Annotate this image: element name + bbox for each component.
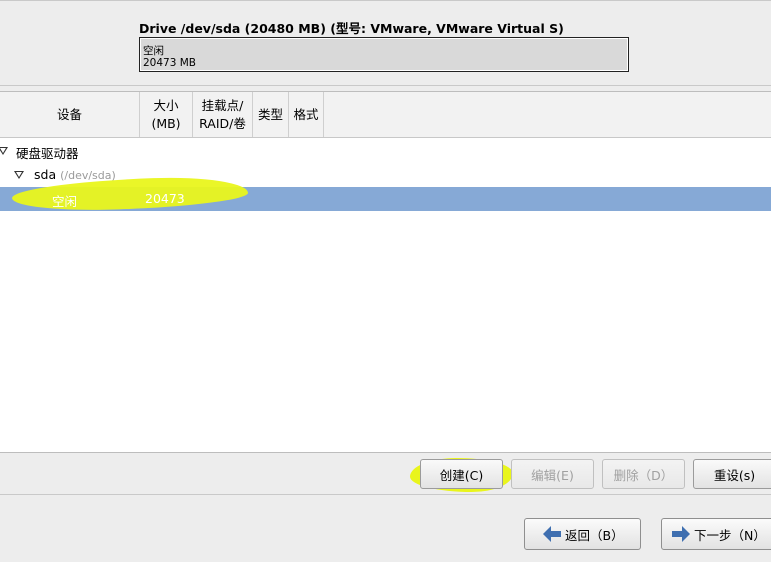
column-header-format[interactable]: 格式	[289, 92, 324, 137]
next-button[interactable]: 下一步（N）	[661, 518, 771, 550]
arrow-right-icon	[672, 526, 690, 542]
table-header: 设备 大小 (MB) 挂载点/ RAID/卷 类型 格式	[0, 92, 771, 138]
column-header-mount-point[interactable]: 挂载点/ RAID/卷	[193, 92, 253, 137]
free-space-size: 20473 MB	[143, 57, 197, 69]
free-space-cell: 空闲	[52, 194, 78, 209]
expander-down-icon[interactable]	[0, 147, 8, 155]
arrow-left-icon	[543, 526, 561, 542]
tree-row-hard-drives[interactable]: 硬盘驱动器	[0, 139, 771, 163]
reset-button[interactable]: 重设(s)	[693, 459, 771, 489]
column-header-type[interactable]: 类型	[253, 92, 289, 137]
expander-down-icon[interactable]	[14, 171, 24, 179]
column-header-device[interactable]: 设备	[0, 92, 140, 137]
drive-summary-panel: Drive /dev/sda (20480 MB) (型号: VMware, V…	[0, 0, 771, 86]
partition-action-bar: 创建(C) 编辑(E) 删除（D） 重设(s)	[0, 453, 771, 495]
free-space-label: 空闲	[143, 45, 164, 57]
delete-button[interactable]: 删除（D）	[602, 459, 685, 489]
drive-title: Drive /dev/sda (20480 MB) (型号: VMware, V…	[139, 21, 564, 36]
free-space-segment[interactable]: 空闲 20473 MB	[140, 38, 628, 71]
tree-row-label: 硬盘驱动器	[16, 146, 79, 161]
tree-row-label: sda (/dev/sda)	[34, 167, 116, 182]
create-button[interactable]: 创建(C)	[420, 459, 503, 489]
edit-button[interactable]: 编辑(E)	[511, 459, 594, 489]
tree-row-free-space[interactable]: 空闲 20473	[0, 174, 771, 214]
column-header-size[interactable]: 大小 (MB)	[140, 92, 193, 137]
partition-tree-table[interactable]: 设备 大小 (MB) 挂载点/ RAID/卷 类型 格式 硬盘驱动器 sda (…	[0, 91, 771, 453]
back-button[interactable]: 返回（B）	[524, 518, 641, 550]
size-cell: 20473	[145, 191, 185, 206]
disk-layout-bar[interactable]: 空闲 20473 MB	[139, 37, 629, 72]
